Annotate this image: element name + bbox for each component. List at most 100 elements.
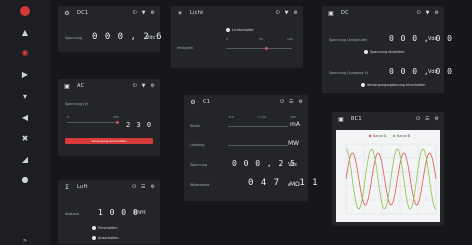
power-slider[interactable] [228, 145, 288, 146]
panel-c1: ⚙ C1 ⏻ ☰ ⚙ -0.5 1 mA 100 Strom mA Leistu… [184, 95, 318, 201]
power-icon [92, 236, 96, 240]
gear-icon[interactable]: ⚙ [435, 116, 439, 122]
link-label: Einschalten [98, 226, 118, 230]
legend-marker-b [392, 134, 396, 138]
voltage-slider[interactable] [67, 122, 119, 123]
off-button[interactable]: Ausschalten [92, 236, 119, 240]
power-icon[interactable]: ⏻ [132, 184, 136, 190]
gear-icon[interactable]: ⚙ [435, 10, 439, 16]
gear-icon[interactable]: ⚙ [151, 10, 155, 16]
gear-icon[interactable]: ⚙ [151, 83, 155, 89]
scale-mid: 1 mA [258, 115, 266, 119]
output-readout[interactable]: 0 0 0 , 0 0 [389, 67, 453, 76]
filter-icon[interactable]: ▼ [285, 10, 289, 16]
slider-label: Helligkeit [177, 46, 193, 50]
power-icon[interactable]: ⏻ [133, 10, 137, 16]
voltage-readout[interactable]: 2 3 0 [126, 121, 152, 129]
network-icon[interactable]: ▾ [20, 92, 30, 102]
gear-icon[interactable]: ⚙ [299, 99, 303, 105]
panel-title: BC1 [351, 116, 362, 122]
link-label: Versorgungsspannung einschalten [367, 83, 426, 87]
sun-icon: ☀ [177, 9, 183, 17]
slider-handle[interactable] [265, 46, 268, 50]
row-label: Strom [190, 124, 201, 128]
voltage-readout[interactable]: 0 0 0 , 2 5 [232, 159, 296, 168]
scale-max: 100 [290, 115, 296, 119]
user-icon[interactable]: ● [20, 175, 30, 185]
amplitude-readout[interactable]: 0 0 0 , 0 0 [389, 34, 453, 43]
panel-header: Σ Luft ⏻ ☰ ⚙ [58, 180, 160, 194]
monitor-icon: ▣ [328, 9, 334, 17]
monitor-icon: ▣ [338, 115, 344, 123]
expand-icon[interactable]: > [20, 236, 30, 245]
power-icon[interactable]: ⏻ [417, 10, 421, 16]
panel-title: DC1 [77, 10, 89, 16]
volume-icon[interactable]: ◀ [20, 113, 30, 123]
panel-bc1: ▣ BC1 ⏻ ☰ ⚙ Kanal A Kanal B [332, 112, 444, 226]
scale-min: 0 [226, 37, 228, 41]
sigma-icon: Σ [65, 183, 69, 191]
list-icon[interactable]: ☰ [289, 99, 293, 105]
field-label: Spannung (V) [65, 102, 89, 106]
link-label: Ausschalten [98, 236, 119, 240]
power-icon[interactable]: ⏻ [416, 116, 420, 122]
set-voltage-link[interactable]: Spannung einstellen [364, 50, 405, 54]
power-icon[interactable]: ⏻ [133, 83, 137, 89]
power-icon [92, 226, 96, 230]
scale-mid: 50 [259, 37, 263, 41]
distance-readout[interactable]: 1 0 0 0 [98, 208, 139, 217]
panel-ac: ▣ AC ⏻ ▼ ⚙ Spannung (V) 0 230 2 3 0 Vers… [58, 79, 160, 156]
row-label: Widerstand [190, 183, 210, 187]
target-icon[interactable]: ◉ [20, 48, 30, 58]
unit-label: Vdc [428, 36, 438, 42]
list-icon[interactable]: ☰ [141, 184, 145, 190]
scale-max: 230 [113, 115, 119, 119]
slider-handle[interactable] [116, 120, 119, 124]
panel-header: ▣ AC ⏻ ▼ ⚙ [58, 79, 160, 93]
gear-icon[interactable]: ⚙ [294, 10, 298, 16]
legend-label-a: Kanal A [373, 134, 387, 138]
tools-icon[interactable]: ✖ [20, 134, 30, 144]
panel-title: Luft [77, 184, 88, 190]
panel-title: Licht [190, 10, 204, 16]
filter-icon[interactable]: ▼ [142, 10, 146, 16]
panel-title: C1 [203, 99, 211, 105]
toggle-label: Lichtschalter [232, 28, 254, 32]
filter-icon[interactable]: ▼ [142, 83, 146, 89]
row-label: Leistung [190, 143, 205, 147]
power-icon[interactable]: ⏻ [276, 10, 280, 16]
signal-icon[interactable]: ◢ [20, 155, 30, 165]
scale-min: -0.5 [228, 115, 234, 119]
current-slider[interactable] [228, 126, 288, 127]
panel-licht: ☀ Licht ⏻ ▼ ⚙ Lichtschalter 0 50 100 Hel… [171, 6, 303, 68]
sidebar: ▲ ◉ ▶ ▾ ◀ ✖ ◢ ● > [0, 0, 50, 245]
panel-dc1: ⚙ DC1 ⏻ ▼ ⚙ Spannung 0 0 0 , 2 6 Vdc [58, 6, 162, 52]
panel-header: ▣ DC ⏻ ▼ ⚙ [322, 6, 444, 20]
probe-icon: ⚙ [64, 9, 70, 17]
supply-link[interactable]: Versorgungsspannung einschalten [361, 83, 425, 87]
toggle-icon [226, 28, 230, 32]
panel-header: ⚙ DC1 ⏻ ▼ ⚙ [58, 6, 160, 20]
resistance-readout[interactable]: 0 4 7 , 1 1 [248, 178, 319, 188]
field-label: Spannung (Amplitude) [329, 38, 368, 42]
light-toggle[interactable]: Lichtschalter [226, 28, 254, 32]
link-label: Spannung einstellen [370, 50, 405, 54]
field-label: Spannung [65, 36, 83, 40]
list-icon[interactable]: ☰ [425, 116, 429, 122]
brightness-slider[interactable] [226, 48, 292, 49]
play-icon[interactable]: ▶ [20, 70, 30, 80]
scale-max: 100 [287, 37, 293, 41]
power-icon [361, 83, 365, 87]
oscilloscope-chart[interactable]: Kanal A Kanal B [336, 130, 440, 222]
supply-button[interactable]: Versorgung einschalten [65, 138, 153, 144]
logo-icon[interactable] [20, 6, 30, 16]
unit-label: Vdc [288, 162, 298, 168]
school-icon[interactable]: ▲ [20, 28, 30, 38]
row-label: Spannung [190, 163, 208, 167]
panel-header: ☀ Licht ⏻ ▼ ⚙ [171, 6, 303, 20]
gear-icon[interactable]: ⚙ [151, 184, 155, 190]
filter-icon[interactable]: ▼ [426, 10, 430, 16]
on-button[interactable]: Einschalten [92, 226, 118, 230]
scale-min: 0 [67, 115, 69, 119]
power-icon[interactable]: ⏻ [280, 99, 284, 105]
